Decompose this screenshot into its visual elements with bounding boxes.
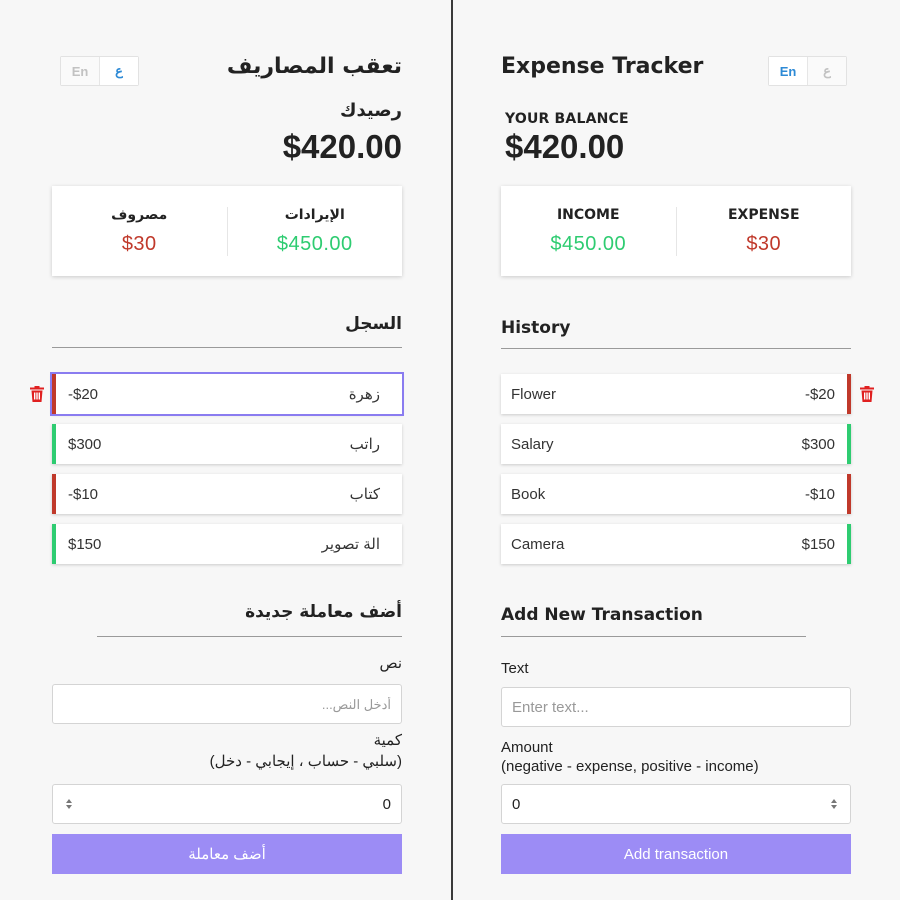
lang-ar-button[interactable]: ع [807,57,846,85]
transaction-amount: $150 [801,535,835,553]
stepper-icon[interactable] [828,799,840,809]
transaction-item[interactable]: Camera $150 [501,524,851,564]
language-toggle: En ع [60,56,139,86]
income-label: INCOME [556,206,620,223]
expense-value: $30 [746,232,782,255]
stepper-icon[interactable] [63,799,75,809]
transaction-item[interactable]: $150 الة تصوير [52,524,402,564]
app-title: Expense Tracker [501,54,704,79]
add-transaction-button[interactable]: Add transaction [501,834,851,874]
panel-divider [451,0,453,900]
transaction-amount: -$20 [68,385,99,403]
income-expense-card: INCOME $450.00 EXPENSE $30 [501,186,851,276]
transaction-item[interactable]: Book -$10 [501,474,851,514]
transaction-amount: $150 [68,535,102,553]
expense-label: EXPENSE [727,206,800,223]
text-label: Text [501,660,529,677]
transaction-text: راتب [349,436,380,453]
text-input[interactable] [52,684,402,724]
trash-icon[interactable] [29,384,45,404]
lang-en-button[interactable]: En [61,57,99,85]
amount-label: كمية [373,732,402,749]
transaction-item[interactable]: -$10 كتاب [52,474,402,514]
history-list: -$20 زهرة $300 راتب -$10 كتاب $150 الة ت… [30,372,404,574]
transaction-text: زهرة [348,386,380,403]
language-toggle: En ع [768,56,847,86]
transaction-text: كتاب [349,486,380,503]
amount-input[interactable]: 0 [52,784,402,824]
amount-hint: (سلبي - حساب ، إيجابي - دخل) [209,753,402,770]
transaction-text: Book [511,485,546,503]
lang-en-button[interactable]: En [769,57,807,85]
amount-label: Amount [501,739,553,756]
add-transaction-title: أضف معاملة جديدة [245,602,402,622]
transaction-text: الة تصوير [321,536,380,553]
add-transaction-divider [97,636,402,637]
transaction-item[interactable]: Salary $300 [501,424,851,464]
transaction-item[interactable]: $300 راتب [52,424,402,464]
history-list: Flower -$20 Salary $300 Book -$10 Camera… [501,374,874,574]
income-value: $450.00 [276,232,353,255]
amount-input[interactable]: 0 [501,784,851,824]
english-panel: En ع Expense Tracker YOUR BALANCE $420.0… [501,0,874,900]
text-label: نص [379,655,402,672]
expense-label: مصروف [111,206,168,223]
transaction-amount: -$20 [804,385,835,403]
add-transaction-button[interactable]: أضف معاملة [52,834,402,874]
history-title: History [501,318,571,338]
lang-ar-button[interactable]: ع [99,57,138,85]
income-expense-card: مصروف $30 الإيرادات $450.00 [52,186,402,276]
trash-icon[interactable] [859,384,875,404]
app-title: تعقب المصاريف [226,54,402,79]
amount-value: 0 [512,795,521,813]
balance-label: YOUR BALANCE [505,111,629,127]
balance-amount: $420.00 [282,128,402,165]
balance-label: رصيدك [340,100,402,121]
history-title: السجل [345,314,402,334]
expense-value: $30 [121,232,157,255]
transaction-item[interactable]: -$20 زهرة [30,372,404,416]
transaction-amount: $300 [68,435,102,453]
transaction-text: Camera [511,535,565,553]
amount-hint: (negative - expense, positive - income) [501,758,759,775]
balance-amount: $420.00 [505,128,625,165]
expense-summary: مصروف $30 [52,207,227,256]
history-divider [501,348,851,349]
transaction-amount: -$10 [68,485,99,503]
transaction-item[interactable]: Flower -$20 [501,374,874,414]
income-label: الإيرادات [284,206,345,223]
expense-summary: EXPENSE $30 [675,206,852,256]
amount-value: 0 [382,795,391,813]
transaction-text: Flower [511,385,557,403]
transaction-amount: $300 [801,435,835,453]
transaction-amount: -$10 [804,485,835,503]
income-summary: INCOME $450.00 [501,207,676,256]
add-transaction-title: Add New Transaction [501,605,703,625]
history-divider [52,347,402,348]
transaction-text: Salary [511,435,554,453]
arabic-panel: En ع تعقب المصاريف رصيدك $420.00 مصروف $… [30,0,404,900]
income-value: $450.00 [550,232,627,255]
income-summary: الإيرادات $450.00 [226,206,403,256]
text-input[interactable] [501,687,851,727]
add-transaction-divider [501,636,806,637]
